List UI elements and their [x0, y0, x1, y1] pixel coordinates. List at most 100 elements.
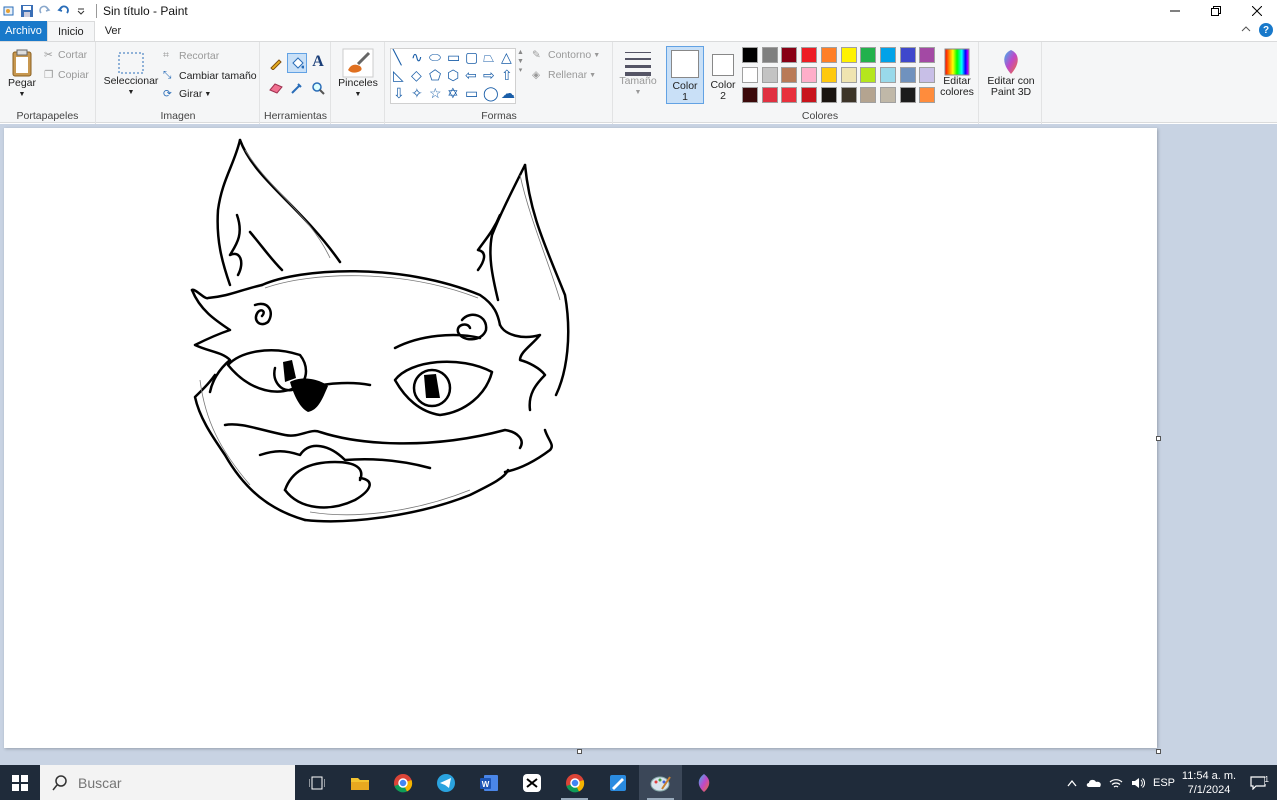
palette-swatch[interactable] — [879, 87, 896, 103]
help-icon[interactable]: ? — [1259, 23, 1273, 37]
rounded-rectangle-shape-icon[interactable]: ▢ — [465, 50, 478, 64]
tab-ver[interactable]: Ver — [95, 21, 132, 41]
onedrive-cloud-icon[interactable] — [1083, 778, 1105, 788]
palette-swatch[interactable] — [899, 87, 916, 103]
taskbar-capcut[interactable] — [510, 765, 553, 800]
wifi-icon[interactable] — [1105, 777, 1127, 789]
eraser-tool[interactable] — [267, 79, 285, 97]
taskbar-word[interactable]: W — [467, 765, 510, 800]
notification-center-button[interactable]: 1 — [1239, 774, 1277, 790]
taskbar-telegram[interactable] — [424, 765, 467, 800]
collapse-ribbon-icon[interactable] — [1241, 24, 1251, 36]
taskbar-paint3d[interactable] — [682, 765, 725, 800]
oval-shape-icon[interactable]: ⬭ — [429, 50, 441, 64]
star5-shape-icon[interactable]: ☆ — [429, 86, 442, 100]
palette-swatch[interactable] — [781, 67, 798, 83]
copy-button[interactable]: ❐ Copiar — [44, 69, 89, 81]
text-tool[interactable]: A — [309, 53, 327, 71]
taskbar-search[interactable] — [40, 765, 295, 800]
volume-icon[interactable] — [1127, 777, 1149, 789]
brushes-button[interactable]: Pinceles ▼ — [338, 48, 378, 100]
palette-swatch[interactable] — [820, 87, 837, 103]
callout-rect-shape-icon[interactable]: ▭ — [465, 86, 478, 100]
show-hidden-icons-icon[interactable] — [1061, 779, 1083, 787]
fill-button[interactable]: ◈ Rellenar ▼ — [532, 69, 596, 81]
arrow-right-shape-icon[interactable]: ⇨ — [483, 68, 495, 82]
triangle-shape-icon[interactable]: △ — [501, 50, 512, 64]
start-button[interactable] — [0, 765, 40, 800]
palette-swatch[interactable] — [899, 47, 916, 63]
palette-swatch[interactable] — [919, 47, 936, 63]
palette-swatch[interactable] — [860, 87, 877, 103]
resize-handle-corner[interactable] — [1156, 749, 1161, 754]
taskbar-chrome-window[interactable] — [553, 765, 596, 800]
diamond-shape-icon[interactable]: ◇ — [411, 68, 422, 82]
palette-swatch[interactable] — [860, 67, 877, 83]
palette-swatch[interactable] — [879, 47, 896, 63]
rectangle-shape-icon[interactable]: ▭ — [447, 50, 460, 64]
arrow-left-shape-icon[interactable]: ⇦ — [465, 68, 477, 82]
hexagon-shape-icon[interactable]: ⬡ — [447, 68, 459, 82]
magnifier-tool[interactable] — [309, 79, 327, 97]
palette-swatch[interactable] — [899, 67, 916, 83]
restore-button[interactable] — [1195, 0, 1236, 21]
palette-swatch[interactable] — [801, 47, 818, 63]
callout-cloud-shape-icon[interactable]: ☁ — [501, 86, 515, 100]
palette-swatch[interactable] — [840, 67, 857, 83]
palette-swatch[interactable] — [801, 67, 818, 83]
callout-oval-shape-icon[interactable]: ◯ — [483, 86, 499, 100]
palette-swatch[interactable] — [801, 87, 818, 103]
edit-colors-button[interactable]: Editar colores — [938, 48, 976, 98]
palette-swatch[interactable] — [919, 87, 936, 103]
star6-shape-icon[interactable]: ✡ — [447, 86, 459, 100]
tab-archivo[interactable]: Archivo — [0, 21, 47, 41]
close-button[interactable] — [1236, 0, 1277, 21]
size-button[interactable]: Tamaño ▼ — [618, 48, 658, 98]
resize-button[interactable]: ⤡ Cambiar tamaño — [163, 69, 257, 82]
clock[interactable]: 11:54 a. m. 7/1/2024 — [1179, 769, 1239, 797]
palette-swatch[interactable] — [781, 87, 798, 103]
shapes-gallery[interactable]: ╲ ∿ ⬭ ▭ ▢ ⏢ △ ◺ ◇ ⬠ ⬡ ⇦ ⇨ ⇧ ⇩ ✧ ☆ ✡ ▭ ◯ … — [390, 48, 516, 104]
crop-button[interactable]: ⌗ Recortar — [163, 49, 219, 62]
right-triangle-shape-icon[interactable]: ◺ — [393, 68, 404, 82]
palette-swatch[interactable] — [820, 67, 837, 83]
shapes-scroll[interactable]: ▲ ▼ ▾ — [517, 48, 524, 75]
palette-swatch[interactable] — [742, 87, 758, 103]
palette-swatch[interactable] — [761, 87, 778, 103]
customize-quick-access-icon[interactable] — [72, 2, 90, 20]
palette-swatch[interactable] — [761, 47, 778, 63]
palette-swatch[interactable] — [742, 67, 758, 83]
palette-swatch[interactable] — [742, 47, 758, 63]
search-input[interactable] — [78, 774, 278, 791]
palette-swatch[interactable] — [840, 87, 857, 103]
taskbar-file-explorer[interactable] — [338, 765, 381, 800]
resize-handle-bottom[interactable] — [577, 749, 582, 754]
tab-inicio[interactable]: Inicio — [47, 21, 95, 41]
taskbar-photo-app[interactable] — [596, 765, 639, 800]
arrow-down-shape-icon[interactable]: ⇩ — [393, 86, 405, 100]
undo-icon[interactable] — [54, 2, 72, 20]
taskbar-paint[interactable] — [639, 765, 682, 800]
palette-swatch[interactable] — [919, 67, 936, 83]
star4-shape-icon[interactable]: ✧ — [411, 86, 423, 100]
curve-shape-icon[interactable]: ∿ — [411, 50, 423, 64]
palette-swatch[interactable] — [840, 47, 857, 63]
polygon-shape-icon[interactable]: ⏢ — [483, 50, 494, 64]
cut-button[interactable]: ✂ Cortar — [44, 49, 87, 61]
pencil-tool[interactable] — [267, 54, 285, 72]
task-view-button[interactable] — [295, 765, 338, 800]
redo-icon[interactable] — [36, 2, 54, 20]
paint3d-button[interactable]: Editar con Paint 3D — [982, 48, 1040, 98]
paint-app-icon[interactable] — [0, 2, 18, 20]
palette-swatch[interactable] — [820, 47, 837, 63]
palette-swatch[interactable] — [781, 47, 798, 63]
palette-swatch[interactable] — [879, 67, 896, 83]
resize-handle-right[interactable] — [1156, 436, 1161, 441]
rotate-button[interactable]: ⟳ Girar ▼ — [163, 88, 211, 100]
fill-tool[interactable] — [287, 53, 307, 73]
language-indicator[interactable]: ESP — [1149, 777, 1179, 789]
minimize-button[interactable] — [1154, 0, 1195, 21]
color-picker-tool[interactable] — [288, 79, 306, 97]
arrow-up-shape-icon[interactable]: ⇧ — [501, 68, 513, 82]
line-shape-icon[interactable]: ╲ — [393, 50, 401, 64]
